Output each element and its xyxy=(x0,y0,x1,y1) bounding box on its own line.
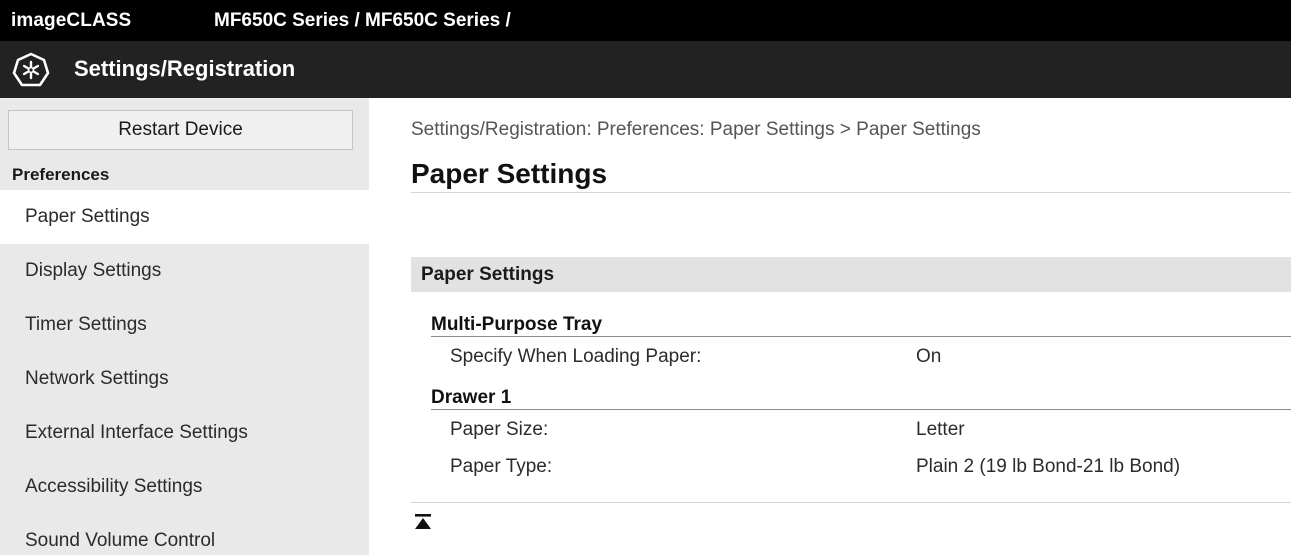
sidebar-item-timer-settings[interactable]: Timer Settings xyxy=(0,298,369,352)
setting-label-specify-when-loading: Specify When Loading Paper: xyxy=(450,346,702,367)
bottom-divider xyxy=(411,502,1291,503)
page-title: Paper Settings xyxy=(411,158,608,189)
setting-value-specify-when-loading: On xyxy=(916,346,942,367)
sidebar-item-sound-volume-control[interactable]: Sound Volume Control xyxy=(0,514,369,555)
sidebar-item-accessibility-settings[interactable]: Accessibility Settings xyxy=(0,460,369,514)
page-header-title: Settings/Registration xyxy=(74,56,296,81)
sidebar-item-paper-settings[interactable]: Paper Settings xyxy=(0,190,369,244)
section-header-paper-settings: Paper Settings xyxy=(411,257,1291,292)
brand-name: imageCLASS xyxy=(11,10,132,31)
model-path: MF650C Series / MF650C Series / xyxy=(214,10,511,31)
group-title-drawer-1: Drawer 1 xyxy=(431,387,512,408)
group-divider xyxy=(431,409,1291,410)
back-to-top-icon[interactable] xyxy=(413,513,433,531)
sidebar-nav: Paper Settings Display Settings Timer Se… xyxy=(0,190,369,555)
sidebar: Restart Device Preferences Paper Setting… xyxy=(0,98,369,555)
sidebar-item-display-settings[interactable]: Display Settings xyxy=(0,244,369,298)
restart-device-button[interactable]: Restart Device xyxy=(8,110,353,150)
group-divider xyxy=(431,336,1291,337)
top-bar: imageCLASS MF650C Series / MF650C Series… xyxy=(0,0,1291,41)
sidebar-item-network-settings[interactable]: Network Settings xyxy=(0,352,369,406)
main-content: Settings/Registration: Preferences: Pape… xyxy=(369,98,1291,555)
setting-value-paper-type: Plain 2 (19 lb Bond-21 lb Bond) xyxy=(916,456,1181,477)
setting-value-paper-size: Letter xyxy=(916,419,965,440)
title-divider xyxy=(411,192,1291,193)
sidebar-item-external-interface-settings[interactable]: External Interface Settings xyxy=(0,406,369,460)
setting-label-paper-size: Paper Size: xyxy=(450,419,549,440)
breadcrumb: Settings/Registration: Preferences: Pape… xyxy=(411,119,981,140)
setting-label-paper-type: Paper Type: xyxy=(450,456,553,477)
settings-registration-icon[interactable] xyxy=(11,51,51,89)
title-bar: Settings/Registration xyxy=(0,41,1291,98)
group-title-multi-purpose-tray: Multi-Purpose Tray xyxy=(431,314,603,335)
sidebar-heading-preferences: Preferences xyxy=(12,165,110,184)
